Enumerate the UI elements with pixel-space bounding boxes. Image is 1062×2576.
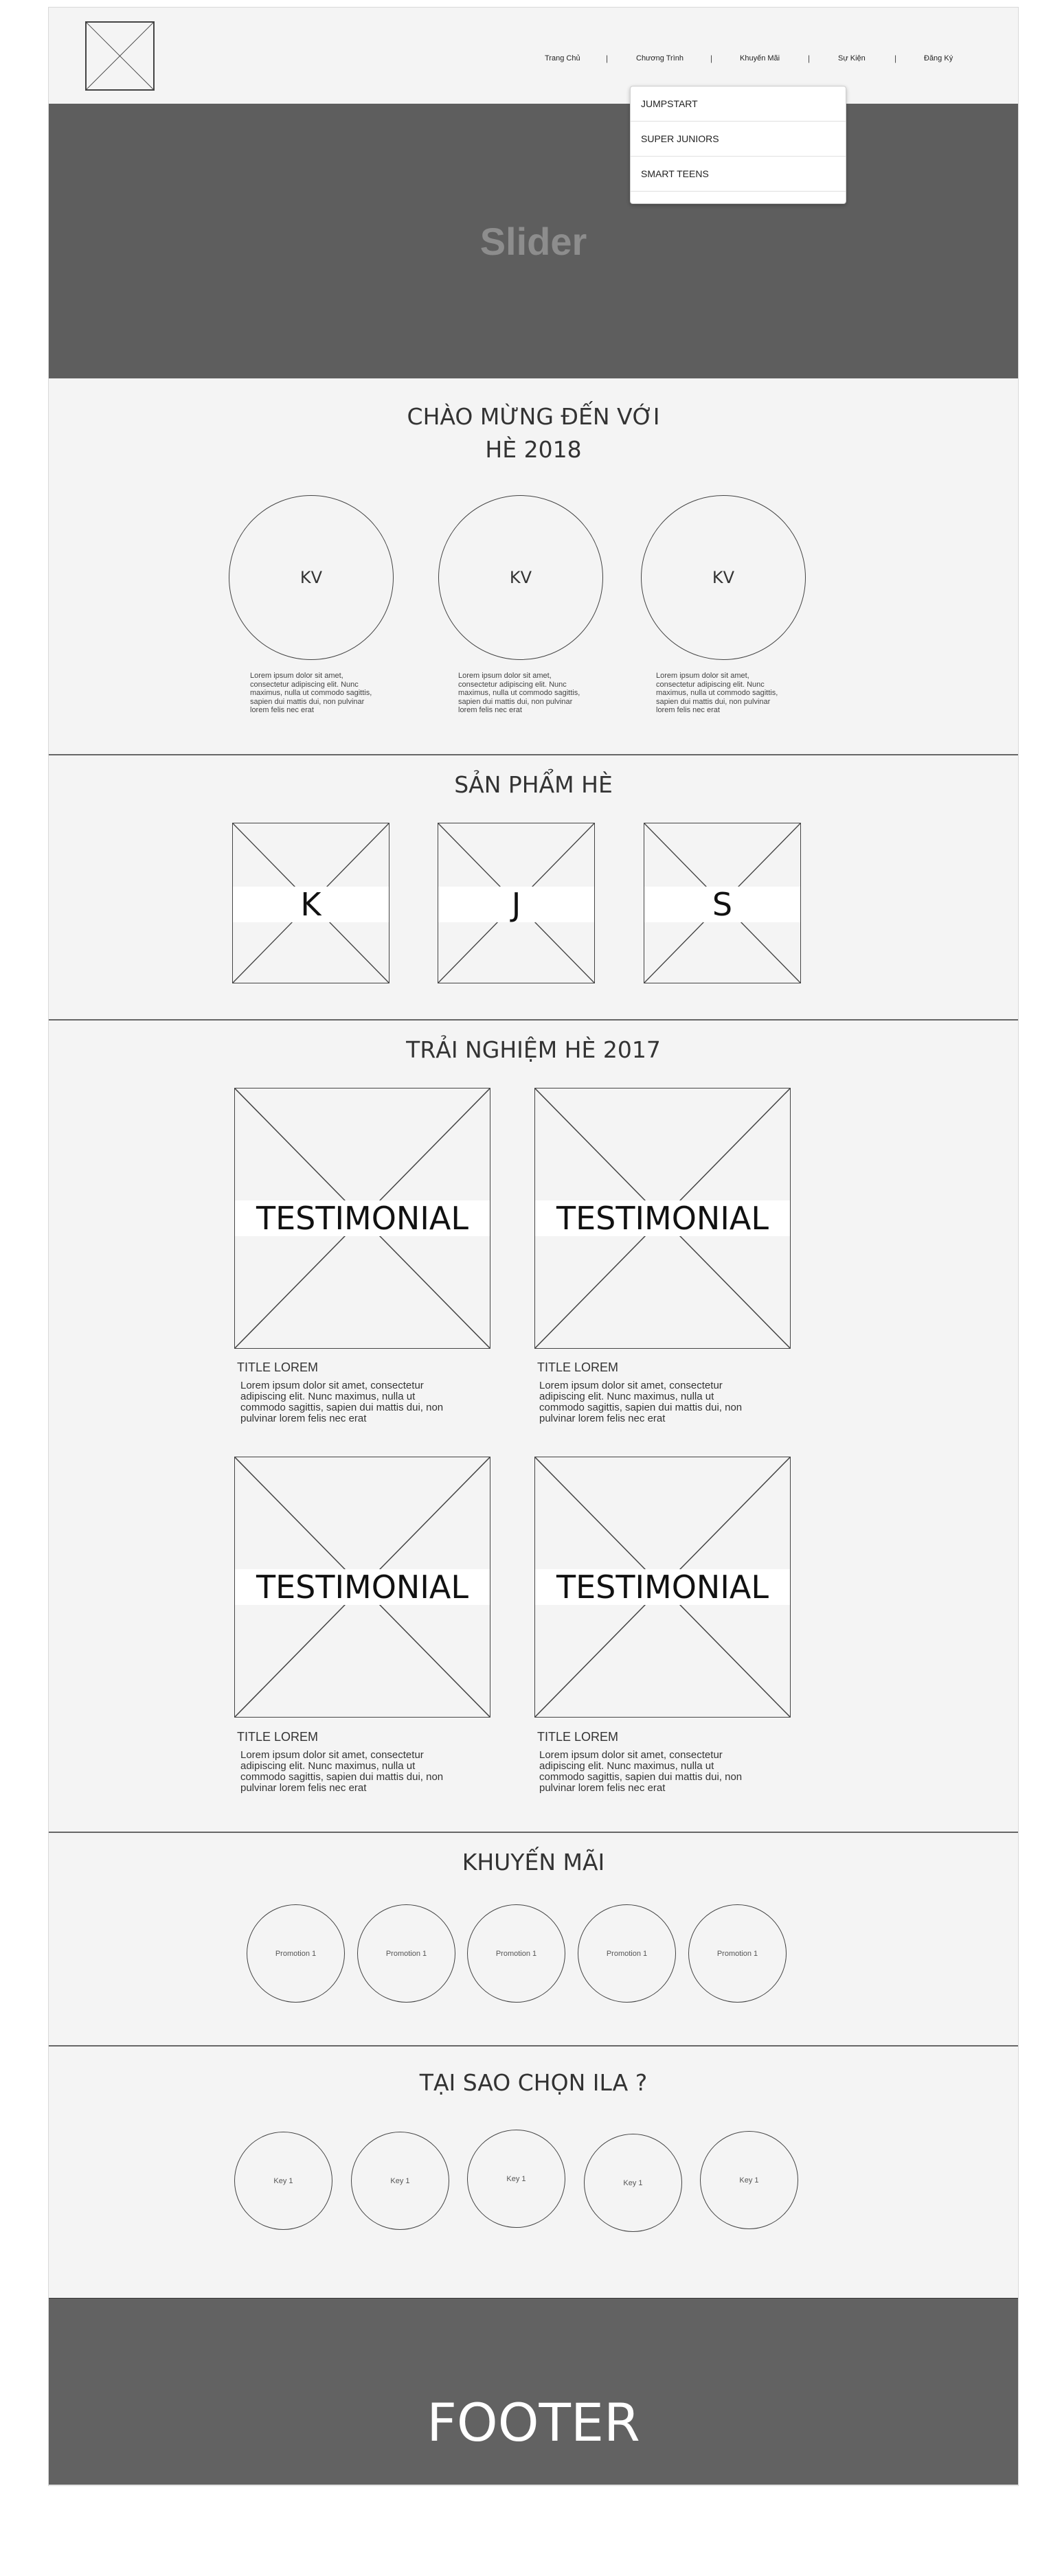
page-canvas: Trang Chủ | Chương Trình | Khuyến Mãi | … <box>48 7 1019 2486</box>
kv-description-1: Lorem ipsum dolor sit amet, consectetur … <box>250 672 372 714</box>
nav-separator: | <box>894 54 897 63</box>
products-title: SẢN PHẨM HÈ <box>454 771 613 798</box>
key-item-3[interactable]: Key 1 <box>467 2130 565 2228</box>
testimonial-text-1: Lorem ipsum dolor sit amet, consectetur … <box>240 1380 444 1424</box>
kv-description-3: Lorem ipsum dolor sit amet, consectetur … <box>656 672 778 714</box>
product-card-k[interactable]: K <box>232 823 389 983</box>
nav-item-programs[interactable]: Chương Trình <box>636 54 683 62</box>
footer: FOOTER <box>49 2298 1018 2485</box>
testimonial-label: TESTIMONIAL <box>235 1200 490 1237</box>
key-item-4[interactable]: Key 1 <box>584 2134 682 2232</box>
section-divider <box>49 754 1018 755</box>
product-label: K <box>233 886 389 923</box>
promotion-item-5[interactable]: Promotion 1 <box>688 1904 787 2003</box>
promotion-item-3[interactable]: Promotion 1 <box>467 1904 565 2003</box>
programs-dropdown: JUMPSTART SUPER JUNIORS SMART TEENS <box>630 86 846 204</box>
testimonial-image-1[interactable]: TESTIMONIAL <box>234 1088 490 1349</box>
nav-item-promotions[interactable]: Khuyến Mãi <box>740 54 780 62</box>
dropdown-item-smart-teens[interactable]: SMART TEENS <box>631 157 846 192</box>
why-title: TẠI SAO CHỌN ILA ? <box>419 2069 648 2096</box>
testimonials-title: TRẢI NGHIỆM HÈ 2017 <box>406 1036 661 1063</box>
product-card-j[interactable]: J <box>438 823 595 983</box>
nav-separator: | <box>606 54 609 63</box>
key-item-2[interactable]: Key 1 <box>351 2132 449 2230</box>
kv-circle-1: KV <box>229 495 394 660</box>
welcome-title-line1: CHÀO MỪNG ĐẾN VỚI <box>407 403 660 430</box>
kv-circle-2: KV <box>438 495 603 660</box>
testimonial-text-2: Lorem ipsum dolor sit amet, consectetur … <box>539 1380 743 1424</box>
welcome-title-line2: HÈ 2018 <box>485 436 582 463</box>
hero-slider[interactable]: Slider <box>49 104 1018 378</box>
promotion-item-4[interactable]: Promotion 1 <box>578 1904 676 2003</box>
testimonial-image-2[interactable]: TESTIMONIAL <box>534 1088 791 1349</box>
main-nav: Trang Chủ | Chương Trình | Khuyến Mãi | … <box>49 54 1018 68</box>
product-label: J <box>438 886 594 923</box>
testimonial-image-3[interactable]: TESTIMONIAL <box>234 1457 490 1718</box>
slider-label: Slider <box>479 219 587 263</box>
testimonial-title-1: TITLE LOREM <box>237 1360 319 1374</box>
kv-circle-3: KV <box>641 495 806 660</box>
key-item-1[interactable]: Key 1 <box>234 2132 332 2230</box>
testimonial-label: TESTIMONIAL <box>535 1569 790 1606</box>
promotions-title: KHUYẾN MÃI <box>462 1849 605 1876</box>
testimonial-text-4: Lorem ipsum dolor sit amet, consectetur … <box>539 1749 743 1794</box>
kv-description-2: Lorem ipsum dolor sit amet, consectetur … <box>458 672 580 714</box>
section-divider <box>49 1019 1018 1021</box>
nav-separator: | <box>808 54 811 63</box>
testimonial-title-3: TITLE LOREM <box>237 1730 319 1744</box>
testimonial-label: TESTIMONIAL <box>235 1569 490 1606</box>
testimonial-title-2: TITLE LOREM <box>537 1360 619 1374</box>
product-label: S <box>644 886 800 923</box>
dropdown-item-super-juniors[interactable]: SUPER JUNIORS <box>631 122 846 157</box>
promotion-item-1[interactable]: Promotion 1 <box>247 1904 345 2003</box>
nav-item-home[interactable]: Trang Chủ <box>545 54 580 62</box>
testimonial-title-4: TITLE LOREM <box>537 1730 619 1744</box>
dropdown-item-jumpstart[interactable]: JUMPSTART <box>631 87 846 122</box>
section-divider <box>49 1832 1018 1833</box>
key-item-5[interactable]: Key 1 <box>700 2131 798 2229</box>
product-card-s[interactable]: S <box>644 823 801 983</box>
testimonial-image-4[interactable]: TESTIMONIAL <box>534 1457 791 1718</box>
header: Trang Chủ | Chương Trình | Khuyến Mãi | … <box>49 8 1018 104</box>
promotion-item-2[interactable]: Promotion 1 <box>357 1904 455 2003</box>
nav-item-register[interactable]: Đăng Ký <box>924 54 953 62</box>
section-divider <box>49 2045 1018 2047</box>
nav-separator: | <box>710 54 713 63</box>
nav-item-events[interactable]: Sự Kiện <box>838 54 866 62</box>
testimonial-label: TESTIMONIAL <box>535 1200 790 1237</box>
footer-label: FOOTER <box>427 2392 640 2453</box>
testimonial-text-3: Lorem ipsum dolor sit amet, consectetur … <box>240 1749 444 1794</box>
